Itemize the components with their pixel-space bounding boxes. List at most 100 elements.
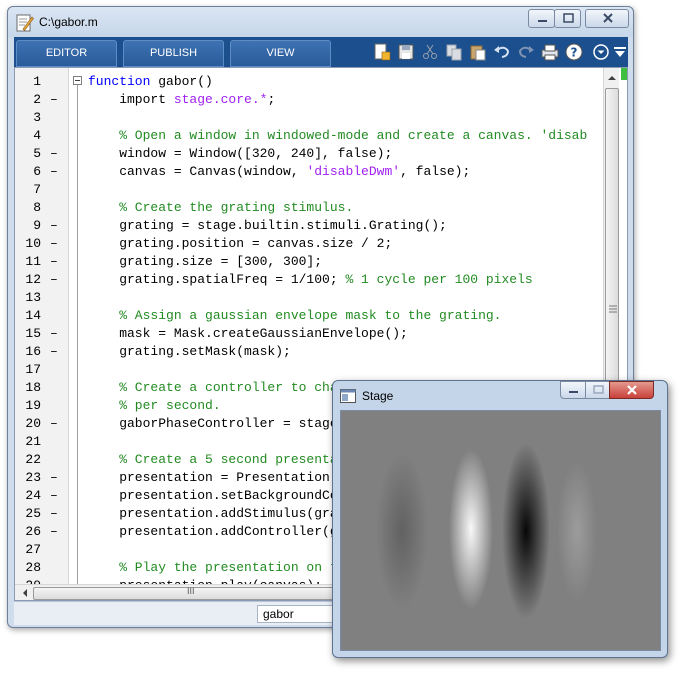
maximize-icon [563, 13, 574, 23]
print-icon[interactable] [540, 42, 560, 62]
code-text: % Open a window in windowed-mode and cre… [88, 127, 587, 145]
line-number: 5 [33, 146, 41, 161]
code-text: mask = Mask.createGaussianEnvelope(); [88, 325, 408, 343]
code-line[interactable]: 17 [15, 361, 605, 379]
code-line[interactable]: 8 % Create the grating stimulus. [15, 199, 605, 217]
code-text: presentation = Presentation [88, 469, 330, 487]
code-text: grating.size = [300, 300]; [88, 253, 322, 271]
line-number: 28 [25, 560, 41, 575]
code-line[interactable]: 2– import stage.core.*; [15, 91, 605, 109]
line-number: 4 [33, 128, 41, 143]
tab-publish[interactable]: PUBLISH [123, 40, 224, 67]
dock-menu-icon[interactable] [610, 42, 630, 62]
line-number: 7 [33, 182, 41, 197]
help-icon[interactable]: ? [564, 42, 584, 62]
breakpoint-marker[interactable]: – [50, 469, 58, 487]
copy-icon[interactable] [444, 42, 464, 62]
code-line[interactable]: 1 function gabor() [15, 73, 605, 91]
breakpoint-marker[interactable]: – [50, 235, 58, 253]
close-button[interactable] [585, 9, 629, 28]
line-number: 13 [25, 290, 41, 305]
code-line[interactable]: 10– grating.position = canvas.size / 2; [15, 235, 605, 253]
stage-maximize-button[interactable] [585, 381, 610, 399]
minimize-button[interactable] [528, 9, 555, 28]
code-token: , false); [400, 164, 471, 179]
breakpoint-marker[interactable]: – [50, 163, 58, 181]
code-token: % 1 cycle per 100 pixels [345, 272, 533, 287]
undo-icon[interactable] [492, 42, 512, 62]
matlab-file-icon [16, 14, 34, 32]
code-line[interactable]: 7 [15, 181, 605, 199]
toolstrip: EDITOR PUBLISH VIEW ? [14, 37, 628, 67]
maximize-button[interactable] [554, 9, 581, 28]
code-token: % Create the grating stimulus. [88, 200, 354, 215]
code-text: canvas = Canvas(window, 'disableDwm', fa… [88, 163, 470, 181]
save-icon[interactable] [396, 42, 416, 62]
stage-minimize-button[interactable] [560, 381, 586, 399]
code-text: grating.setMask(mask); [88, 343, 291, 361]
code-line[interactable]: 9– grating = stage.builtin.stimuli.Grati… [15, 217, 605, 235]
breakpoint-marker[interactable]: – [50, 217, 58, 235]
code-line[interactable]: 12– grating.spatialFreq = 1/100; % 1 cyc… [15, 271, 605, 289]
stage-window: Stage [332, 380, 668, 658]
code-line[interactable]: 5– window = Window([320, 240], false); [15, 145, 605, 163]
code-line[interactable]: 6– canvas = Canvas(window, 'disableDwm',… [15, 163, 605, 181]
code-text: presentation.addController(g [88, 523, 337, 541]
code-text: import stage.core.*; [88, 91, 275, 109]
code-text: % Create a 5 second presenta [88, 451, 338, 469]
code-token: % Open a window in windowed-mode and cre… [88, 128, 588, 143]
code-line[interactable]: 11– grating.size = [300, 300]; [15, 253, 605, 271]
code-line[interactable]: 16– grating.setMask(mask); [15, 343, 605, 361]
line-number: 21 [25, 434, 41, 449]
svg-text:?: ? [571, 46, 578, 60]
breakpoint-marker[interactable]: – [50, 505, 58, 523]
breakpoint-marker[interactable]: – [50, 145, 58, 163]
stage-close-button[interactable] [609, 381, 654, 399]
line-number: 6 [33, 164, 41, 179]
code-line[interactable]: 13 [15, 289, 605, 307]
tab-editor[interactable]: EDITOR [16, 40, 117, 67]
cut-icon[interactable] [420, 42, 440, 62]
line-number: 16 [25, 344, 41, 359]
paste-icon[interactable] [468, 42, 488, 62]
redo-icon[interactable] [516, 42, 536, 62]
line-number: 20 [25, 416, 41, 431]
code-text: grating.position = canvas.size / 2; [88, 235, 392, 253]
code-text: grating.spatialFreq = 1/100; % 1 cycle p… [88, 271, 533, 289]
breakpoint-marker[interactable]: – [50, 523, 58, 541]
scroll-left-icon[interactable] [17, 585, 33, 601]
expand-icon[interactable] [591, 42, 611, 62]
new-file-icon[interactable] [372, 42, 392, 62]
code-token: window = Window([320, 240], false); [88, 146, 393, 161]
minimize-icon [569, 391, 578, 393]
horizontal-scroll-thumb[interactable]: III [33, 586, 353, 600]
breakpoint-marker[interactable]: – [50, 325, 58, 343]
line-number: 3 [33, 110, 41, 125]
breakpoint-marker[interactable]: – [50, 253, 58, 271]
code-line[interactable]: 14 % Assign a gaussian envelope mask to … [15, 307, 605, 325]
stage-titlebar[interactable]: Stage [333, 381, 667, 409]
breakpoint-marker[interactable]: – [50, 343, 58, 361]
code-token: % per second. [88, 398, 221, 413]
line-number: 9 [33, 218, 41, 233]
editor-titlebar[interactable]: C:\gabor.m [8, 7, 633, 37]
code-token: % Create a 5 second presenta [88, 452, 338, 467]
code-line[interactable]: 3 [15, 109, 605, 127]
code-token: canvas = Canvas(window, [88, 164, 307, 179]
thumb-grip: III [187, 586, 195, 596]
code-token: import [88, 92, 174, 107]
line-number: 12 [25, 272, 41, 287]
breakpoint-marker[interactable]: – [50, 271, 58, 289]
code-token: % Assign a gaussian envelope mask to the… [88, 308, 502, 323]
code-text: % per second. [88, 397, 221, 415]
breakpoint-marker[interactable]: – [50, 415, 58, 433]
tab-view[interactable]: VIEW [230, 40, 331, 67]
code-line[interactable]: 15– mask = Mask.createGaussianEnvelope()… [15, 325, 605, 343]
analysis-status-indicator[interactable] [621, 68, 627, 80]
code-line[interactable]: 4 % Open a window in windowed-mode and c… [15, 127, 605, 145]
breakpoint-marker[interactable]: – [50, 91, 58, 109]
scroll-up-icon[interactable] [604, 70, 620, 86]
breakpoint-marker[interactable]: – [50, 487, 58, 505]
line-number: 27 [25, 542, 41, 557]
line-number: 19 [25, 398, 41, 413]
